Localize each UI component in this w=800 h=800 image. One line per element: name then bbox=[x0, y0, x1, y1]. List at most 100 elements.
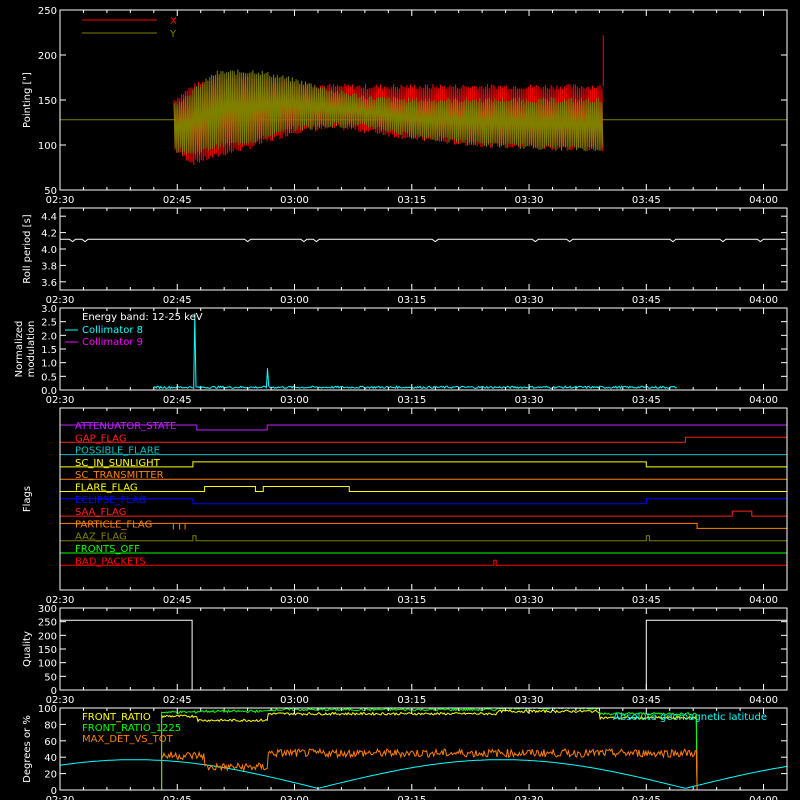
roll-xtick-label: 03:00 bbox=[280, 295, 309, 306]
modulation-xtick-label: 04:00 bbox=[749, 395, 778, 406]
flag-line-aaz_flag bbox=[60, 535, 787, 542]
collimator-8-line bbox=[153, 313, 678, 390]
flags-xtick-label: 03:30 bbox=[515, 595, 544, 606]
roll-ytick-label: 4.4 bbox=[41, 212, 57, 223]
ratios-xtick-label: 03:00 bbox=[280, 795, 309, 800]
hessi-observing-summary-figure: 50 100 150 200 250 XY 02:30 02:45 03:00 03:15 03:3… bbox=[14, 6, 788, 800]
ratios-xtick-label: 03:15 bbox=[397, 795, 426, 800]
roll-xtick-label: 03:45 bbox=[632, 295, 661, 306]
panel-roll: 3.63.84.04.24.402:30 02:45 03:00 03:15 03:30… bbox=[22, 207, 788, 306]
modulation-xtick-label: 03:45 bbox=[632, 395, 661, 406]
pointing-ytick-label: 100 bbox=[38, 141, 57, 152]
ratios-xtick-label: 02:45 bbox=[163, 795, 192, 800]
roll-xtick-label: 04:00 bbox=[749, 295, 778, 306]
quality-xtick-label: 03:00 bbox=[280, 695, 309, 706]
panel-flags: ATTENUATOR_STATEGAP_FLAGPOSSIBLE_FLARESC… bbox=[22, 407, 788, 606]
panel-ratios: 020406080100FRONT_RATIOFRONT_RATIO_1225M… bbox=[22, 704, 788, 800]
ratios-ytick-label: 40 bbox=[44, 753, 57, 764]
ratios-ytick-label: 60 bbox=[44, 737, 57, 748]
roll-xtick-label: 02:45 bbox=[163, 295, 192, 306]
modulation-ylabel-line1: Normalized bbox=[14, 321, 25, 378]
flag-line-bad_packets bbox=[60, 559, 787, 566]
flag-label-eclipse_flag: ECLIPSE_FLAG bbox=[75, 495, 146, 506]
pointing-xtick-label: 04:00 bbox=[749, 195, 778, 206]
quality-xtick-label: 04:00 bbox=[749, 695, 778, 706]
ratios-ylabel: Degrees or % bbox=[22, 715, 33, 783]
modulation-xtick-label: 03:30 bbox=[515, 395, 544, 406]
quality-xtick-label: 02:45 bbox=[163, 695, 192, 706]
modulation-ytick-label: 2.0 bbox=[41, 331, 57, 342]
modulation-xtick-label: 02:30 bbox=[46, 395, 75, 406]
quality-ylabel: Quality bbox=[22, 631, 33, 667]
pointing-series-y bbox=[173, 69, 604, 155]
flag-line-flare_flag bbox=[60, 486, 787, 492]
modulation-legend-label-8: Collimator 8 bbox=[82, 325, 143, 336]
pointing-xtick-label: 03:30 bbox=[515, 195, 544, 206]
flag-label-saa_flag: SAA_FLAG bbox=[75, 507, 126, 518]
flags-xtick-label: 04:00 bbox=[749, 595, 778, 606]
ratios-ytick-label: 20 bbox=[44, 770, 57, 781]
roll-xtick-label: 03:15 bbox=[397, 295, 426, 306]
quality-ytick-label: 150 bbox=[38, 645, 57, 656]
quality-xtick-label: 03:30 bbox=[515, 695, 544, 706]
roll-ytick-label: 4.0 bbox=[41, 245, 57, 256]
modulation-ytick-label: 0.5 bbox=[41, 372, 57, 383]
flag-line-gap_flag bbox=[60, 436, 787, 443]
flag-label-bad_packets: BAD_PACKETS bbox=[75, 556, 146, 567]
flag-label-particle_flag: PARTICLE_FLAG bbox=[75, 519, 152, 530]
modulation-legend-label-9: Collimator 9 bbox=[82, 337, 143, 348]
roll-xtick-label: 03:30 bbox=[515, 295, 544, 306]
roll-ytick-label: 4.2 bbox=[41, 229, 57, 240]
modulation-xtick-label: 02:45 bbox=[163, 395, 192, 406]
panel-quality: 05010015020025030002:30 02:45 03:00 03:15 03… bbox=[22, 604, 788, 706]
pointing-legend-label-y: Y bbox=[169, 29, 177, 40]
pointing-ytick-label: 150 bbox=[38, 96, 57, 107]
quality-ytick-label: 250 bbox=[38, 618, 57, 629]
modulation-ytick-label: 3.0 bbox=[41, 304, 57, 315]
pointing-ytick-label: 200 bbox=[38, 51, 57, 62]
panel-modulation: 0.00.51.01.52.02.53.0Energy band: 12-25 … bbox=[14, 304, 788, 406]
modulation-energy-band-annotation: Energy band: 12-25 keV bbox=[82, 312, 203, 323]
roll-frame bbox=[59, 207, 788, 291]
flag-label-sc_transmitter: SC_TRANSMITTER bbox=[75, 470, 164, 481]
ratios-xtick-label: 03:30 bbox=[515, 795, 544, 800]
pointing-ytick-label: 250 bbox=[38, 6, 57, 17]
roll-ytick-label: 3.8 bbox=[41, 261, 57, 272]
pointing-xtick-label: 03:00 bbox=[280, 195, 309, 206]
pointing-xtick-label: 03:15 bbox=[397, 195, 426, 206]
flags-xtick-label: 03:00 bbox=[280, 595, 309, 606]
ratios-ytick-label: 80 bbox=[44, 720, 57, 731]
flag-label-aaz_flag: AAZ_FLAG bbox=[75, 532, 127, 543]
roll-ytick-label: 3.6 bbox=[41, 278, 57, 289]
modulation-ytick-label: 2.5 bbox=[41, 318, 57, 329]
quality-xtick-label: 03:45 bbox=[632, 695, 661, 706]
modulation-ytick-label: 1.0 bbox=[41, 359, 57, 370]
modulation-xtick-label: 03:00 bbox=[280, 395, 309, 406]
pointing-ylabel: Pointing ["] bbox=[22, 72, 33, 128]
quality-ytick-label: 100 bbox=[38, 659, 57, 670]
flags-xtick-label: 03:15 bbox=[397, 595, 426, 606]
pointing-xtick-label: 02:45 bbox=[163, 195, 192, 206]
ratio-legend-front_ratio: FRONT_RATIO bbox=[82, 712, 151, 723]
modulation-ytick-label: 1.5 bbox=[41, 345, 57, 356]
ratio-legend-front_ratio_1225: FRONT_RATIO_1225 bbox=[82, 723, 181, 734]
flags-ylabel: Flags bbox=[22, 486, 33, 512]
flag-label-fronts_off: FRONTS_OFF bbox=[75, 544, 140, 555]
ratio-legend-max_det_vs_tot: MAX_DET_VS_TOT bbox=[82, 734, 174, 745]
ratios-xtick-label: 02:30 bbox=[46, 795, 75, 800]
flag-label-sc_in_sunlight: SC_IN_SUNLIGHT bbox=[75, 458, 161, 469]
roll-ylabel: Roll period [s] bbox=[22, 214, 33, 283]
quality-ytick-label: 300 bbox=[38, 604, 57, 615]
pointing-xtick-label: 03:45 bbox=[632, 195, 661, 206]
flag-line-particle_flag bbox=[60, 522, 787, 529]
quality-ytick-label: 50 bbox=[44, 672, 57, 683]
ratio-series-max_det_vs_tot bbox=[161, 747, 698, 791]
roll-period-line bbox=[60, 238, 786, 243]
flags-xtick-label: 02:45 bbox=[163, 595, 192, 606]
ratios-ytick-label: 100 bbox=[38, 704, 57, 715]
quality-ytick-label: 200 bbox=[38, 631, 57, 642]
ratios-xtick-label: 03:45 bbox=[632, 795, 661, 800]
ratios-xtick-label: 04:00 bbox=[749, 795, 778, 800]
quality-xtick-label: 03:15 bbox=[397, 695, 426, 706]
flag-label-attenuator_state: ATTENUATOR_STATE bbox=[75, 421, 176, 432]
